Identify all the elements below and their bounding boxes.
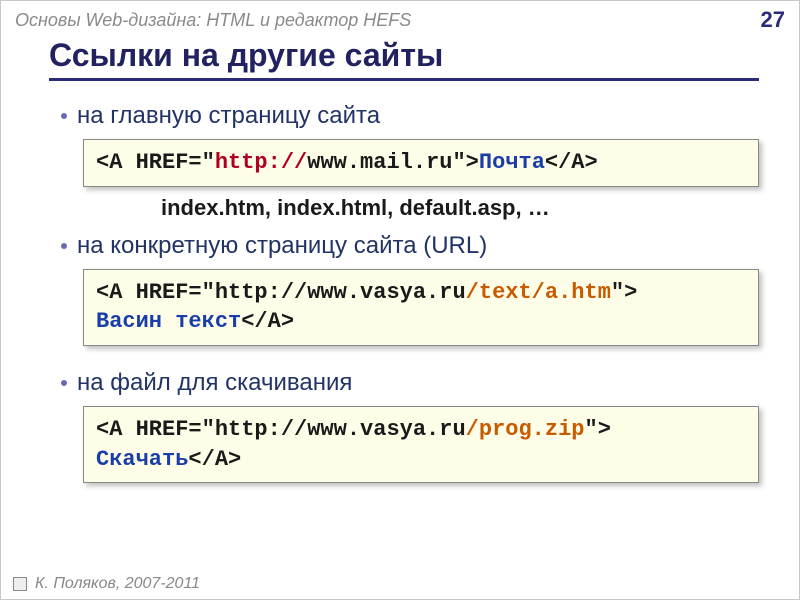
code-fragment: Почта [479,150,545,175]
bullet-specific-page: на конкретную страницу сайта (URL) [61,231,759,261]
footer: К. Поляков, 2007-2011 [1,571,799,599]
footer-square-icon [13,577,27,591]
code-fragment: www.mail.ru"> [307,150,479,175]
bullet-text: на конкретную страницу сайта (URL) [77,231,487,261]
code-fragment: "> [585,417,611,442]
code-fragment: /text/a.htm [466,280,611,305]
bullet-text: на файл для скачивания [77,368,352,398]
code-fragment: </A> [241,309,294,334]
code-fragment: <A HREF="http://www.vasya.ru [96,417,466,442]
copyright-text: К. Поляков, 2007-2011 [35,575,200,593]
page-number: 27 [761,7,785,33]
code-main-page: <A HREF="http://www.mail.ru">Почта</A> [83,139,759,187]
code-fragment: /prog.zip [466,417,585,442]
code-fragment: <A HREF=" [96,150,215,175]
code-fragment: </A> [188,447,241,472]
bullet-dot-icon [61,243,67,249]
default-files-note: index.htm, index.html, default.asp, … [161,195,759,221]
bullet-download-file: на файл для скачивания [61,368,759,398]
slide-heading: Ссылки на другие сайты [49,35,759,81]
heading-wrap: Ссылки на другие сайты [1,35,799,81]
slide: Основы Web-дизайна: HTML и редактор HEFS… [0,0,800,600]
code-fragment: </A> [545,150,598,175]
code-fragment: <A HREF="http://www.vasya.ru [96,280,466,305]
bullet-text: на главную страницу сайта [77,101,380,131]
code-download-file: <A HREF="http://www.vasya.ru/prog.zip"> … [83,406,759,483]
bullet-dot-icon [61,380,67,386]
slide-subject: Основы Web-дизайна: HTML и редактор HEFS [15,10,411,31]
bullet-main-page: на главную страницу сайта [61,101,759,131]
code-fragment: http:// [215,150,307,175]
code-specific-page: <A HREF="http://www.vasya.ru/text/a.htm"… [83,269,759,346]
code-fragment: Скачать [96,447,188,472]
code-fragment: Васин текст [96,309,241,334]
topbar: Основы Web-дизайна: HTML и редактор HEFS… [1,1,799,35]
content: на главную страницу сайта <A HREF="http:… [1,81,799,483]
bullet-dot-icon [61,113,67,119]
code-fragment: "> [611,280,637,305]
